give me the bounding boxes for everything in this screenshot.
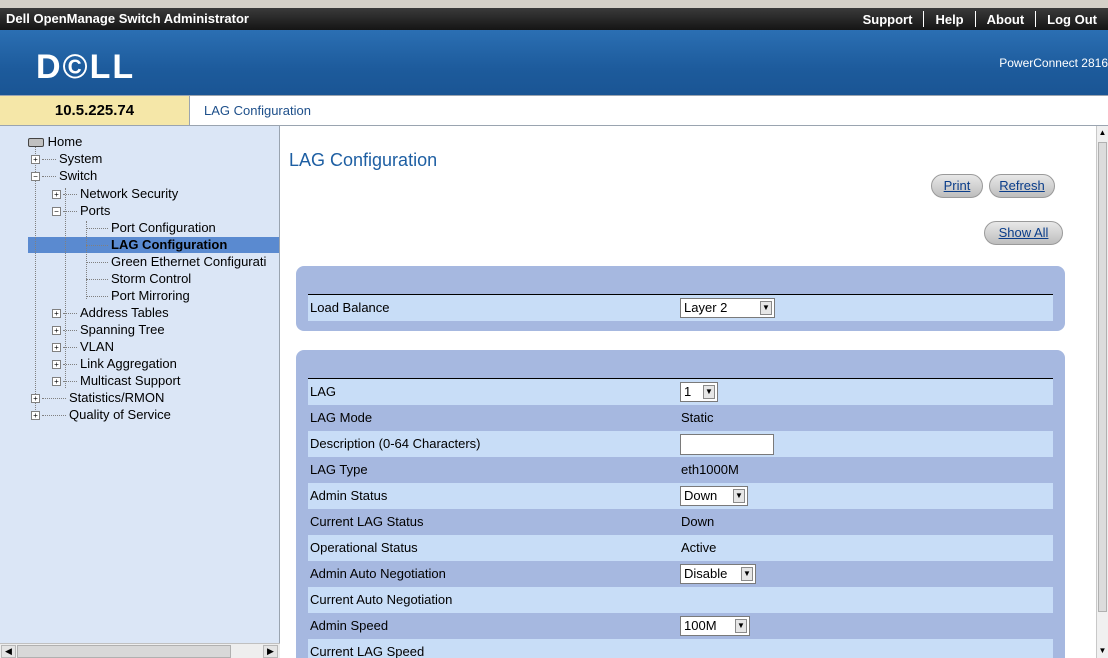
admin-speed-select[interactable]: 100M ▼ <box>680 616 750 636</box>
scroll-down-icon[interactable]: ▼ <box>1098 645 1107 657</box>
load-balance-label: Load Balance <box>310 300 390 315</box>
expand-icon[interactable]: + <box>52 377 61 387</box>
address-bar: 10.5.225.74 LAG Configuration <box>0 95 1108 126</box>
expand-icon[interactable]: + <box>52 343 61 353</box>
app-title: Dell OpenManage Switch Administrator <box>6 11 249 26</box>
scroll-thumb[interactable] <box>17 645 231 658</box>
nav-item-quality-of-service[interactable]: + Quality of Service <box>31 407 171 423</box>
current-auto-negotiation-row: Current Auto Negotiation <box>308 587 1053 613</box>
expand-icon[interactable]: + <box>31 394 40 404</box>
collapse-icon[interactable]: − <box>31 172 40 182</box>
nav-item-ports[interactable]: − Ports <box>52 203 110 219</box>
nav-tree: Home + System − Switch + Network Security −… <box>0 126 280 658</box>
help-link[interactable]: Help <box>924 12 974 27</box>
about-link[interactable]: About <box>976 12 1036 27</box>
nav-item-network-security[interactable]: + Network Security <box>52 186 178 202</box>
top-links: Support Help About Log Out <box>852 8 1108 30</box>
dell-logo: D©LL <box>36 48 136 86</box>
expand-icon[interactable]: + <box>52 309 61 319</box>
nav-item-multicast-support[interactable]: + Multicast Support <box>52 373 180 389</box>
nav-home[interactable]: Home <box>28 134 82 150</box>
admin-status-select[interactable]: Down ▼ <box>680 486 748 506</box>
lag-mode-value: Static <box>681 410 714 425</box>
lag-select[interactable]: 1 ▼ <box>680 382 718 402</box>
lag-panel: LAG 1 ▼ LAG Mode Static Description (0-6… <box>296 350 1065 658</box>
admin-auto-negotiation-row: Admin Auto Negotiation Disable ▼ <box>308 561 1053 587</box>
nav-item-link-aggregation[interactable]: + Link Aggregation <box>52 356 177 372</box>
print-button[interactable]: Print <box>931 174 983 198</box>
scroll-right-icon[interactable]: ▶ <box>263 645 278 658</box>
support-link[interactable]: Support <box>852 12 924 27</box>
nav-item-vlan[interactable]: + VLAN <box>52 339 114 355</box>
nav-item-port-mirroring[interactable]: Port Mirroring <box>86 288 190 304</box>
main-content: LAG Configuration Print Refresh Show All… <box>281 126 1096 658</box>
expand-icon[interactable]: + <box>31 411 40 421</box>
operational-status-row: Operational Status Active <box>308 535 1053 561</box>
admin-speed-row: Admin Speed 100M ▼ <box>308 613 1053 639</box>
nav-item-green-ethernet[interactable]: Green Ethernet Configurati <box>86 254 266 270</box>
tree-line <box>35 146 36 416</box>
chevron-down-icon: ▼ <box>733 489 745 503</box>
product-name: PowerConnect 2816 <box>999 56 1108 70</box>
operational-status-value: Active <box>681 540 717 555</box>
expand-icon[interactable]: + <box>52 190 61 200</box>
vertical-scrollbar[interactable]: ▲ ▼ <box>1096 126 1108 658</box>
current-lag-status-value: Down <box>681 514 715 529</box>
nav-item-lag-configuration[interactable]: LAG Configuration <box>86 237 227 253</box>
description-input[interactable] <box>680 434 774 455</box>
scroll-thumb[interactable] <box>1098 142 1107 612</box>
nav-item-statistics-rmon[interactable]: + Statistics/RMON <box>31 390 164 406</box>
load-balance-row: Load Balance Layer 2 ▼ <box>308 295 1053 321</box>
nav-item-spanning-tree[interactable]: + Spanning Tree <box>52 322 165 338</box>
load-balance-panel: Load Balance Layer 2 ▼ <box>296 266 1065 331</box>
lag-mode-row: LAG Mode Static <box>308 405 1053 431</box>
expand-icon[interactable]: + <box>52 326 61 336</box>
nav-item-port-configuration[interactable]: Port Configuration <box>86 220 216 236</box>
logout-link[interactable]: Log Out <box>1036 12 1108 27</box>
nav-item-switch[interactable]: − Switch <box>31 168 97 184</box>
lag-row: LAG 1 ▼ <box>308 379 1053 405</box>
expand-icon[interactable]: + <box>52 360 61 370</box>
page-title: LAG Configuration <box>289 150 438 170</box>
refresh-button[interactable]: Refresh <box>989 174 1055 198</box>
description-row: Description (0-64 Characters) <box>308 431 1053 457</box>
admin-status-row: Admin Status Down ▼ <box>308 483 1053 509</box>
nav-item-storm-control[interactable]: Storm Control <box>86 271 191 287</box>
chevron-down-icon: ▼ <box>760 301 772 315</box>
scroll-left-icon[interactable]: ◀ <box>1 645 16 658</box>
home-icon <box>28 138 44 148</box>
show-all-button[interactable]: Show All <box>984 221 1063 245</box>
device-ip: 10.5.225.74 <box>0 96 190 125</box>
lag-type-value: eth1000M <box>681 462 739 477</box>
scroll-up-icon[interactable]: ▲ <box>1098 127 1107 139</box>
expand-icon[interactable]: + <box>31 155 40 165</box>
admin-auto-negotiation-select[interactable]: Disable ▼ <box>680 564 756 584</box>
breadcrumb: LAG Configuration <box>204 103 311 118</box>
nav-item-address-tables[interactable]: + Address Tables <box>52 305 169 321</box>
load-balance-select[interactable]: Layer 2 ▼ <box>680 298 775 318</box>
lag-type-row: LAG Type eth1000M <box>308 457 1053 483</box>
top-bar-strip: Dell OpenManage Switch Administrator Sup… <box>0 8 1108 30</box>
current-lag-speed-row: Current LAG Speed <box>308 639 1053 658</box>
chevron-down-icon: ▼ <box>735 619 747 633</box>
nav-horizontal-scrollbar[interactable]: ◀ ▶ <box>0 643 280 658</box>
top-bar: Dell OpenManage Switch Administrator Sup… <box>0 0 1108 30</box>
nav-item-system[interactable]: + System <box>31 151 102 167</box>
current-lag-status-row: Current LAG Status Down <box>308 509 1053 535</box>
chevron-down-icon: ▼ <box>741 567 753 581</box>
brand-bar: D©LL PowerConnect 2816 <box>0 30 1108 95</box>
chevron-down-icon: ▼ <box>703 385 715 399</box>
collapse-icon[interactable]: − <box>52 207 61 217</box>
